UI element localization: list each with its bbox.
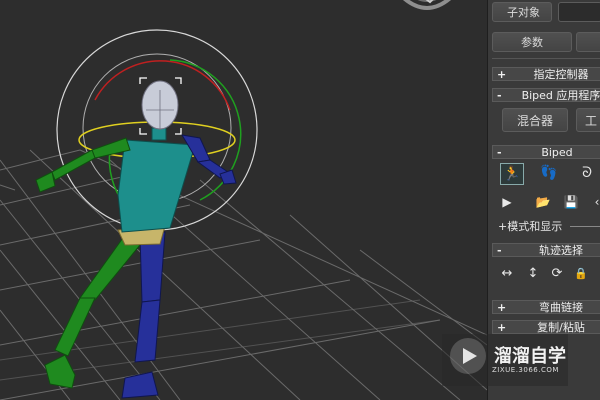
viewport-scene[interactable] [0,0,487,400]
body-rotation-icon[interactable]: ⟳ [546,264,568,284]
watermark: 溜溜自学 ZIXUE.3066.COM [442,334,568,386]
params-button-2[interactable] [576,32,600,52]
watermark-url: ZIXUE.3066.COM [492,366,559,374]
rollout-assign-controller[interactable]: + 指定控制器 [492,67,600,81]
motion-flow-icon[interactable]: ᘐ [576,163,598,183]
rollout-bend-links[interactable]: + 弯曲链接 [492,300,600,314]
load-file-icon[interactable]: 📂 [532,192,554,212]
play-logo-icon [450,338,486,374]
figure-mode-icon[interactable]: 🏃 [500,163,524,185]
params-button[interactable]: 参数 [492,32,572,52]
rollout-title: 弯曲链接 [539,301,583,314]
subobject-field[interactable] [558,2,600,22]
rollout-track-selection[interactable]: - 轨迹选择 [492,243,600,257]
lock-icon[interactable]: 🔒 [570,264,592,284]
viewcube-ring[interactable] [392,0,462,18]
rollout-sign: - [497,244,502,257]
body-vertical-icon[interactable]: ↕ [522,264,544,284]
rollout-biped[interactable]: - Biped [492,145,600,159]
more-icon[interactable]: ‹ [586,192,600,212]
rollout-sign: + [497,68,507,81]
separator [492,58,600,59]
rollout-title: 指定控制器 [533,68,589,81]
rollout-biped-app[interactable]: - Biped 应用程序 [492,88,600,102]
mode-display-toggle[interactable]: +模式和显示 [498,218,562,234]
rollout-copy-paste[interactable]: + 复制/粘贴 [492,320,600,334]
mixer-button[interactable]: 混合器 [502,108,568,132]
biped-character[interactable] [35,80,237,399]
save-file-icon[interactable]: 💾 [560,192,582,212]
separator [570,226,600,227]
footstep-mode-icon[interactable]: 👣 [538,163,560,183]
rollout-sign: - [497,89,502,102]
perspective-viewport[interactable] [0,0,487,400]
watermark-brand: 溜溜自学 [494,346,566,367]
rollout-title: Biped [541,146,573,159]
rollout-title: 轨迹选择 [539,244,583,257]
rollout-title: Biped 应用程序 [521,89,600,102]
rollout-sign: - [497,146,502,159]
rollout-sign: + [497,301,507,314]
ground-grid [0,149,487,400]
rollout-title: 复制/粘贴 [537,321,585,334]
workbench-button[interactable]: 工 [576,108,600,132]
subobject-button[interactable]: 子对象 [492,2,552,22]
play-biped-icon[interactable]: ▶ [496,192,518,212]
body-horizontal-icon[interactable]: ↔ [496,264,518,284]
rollout-sign: + [497,321,507,334]
